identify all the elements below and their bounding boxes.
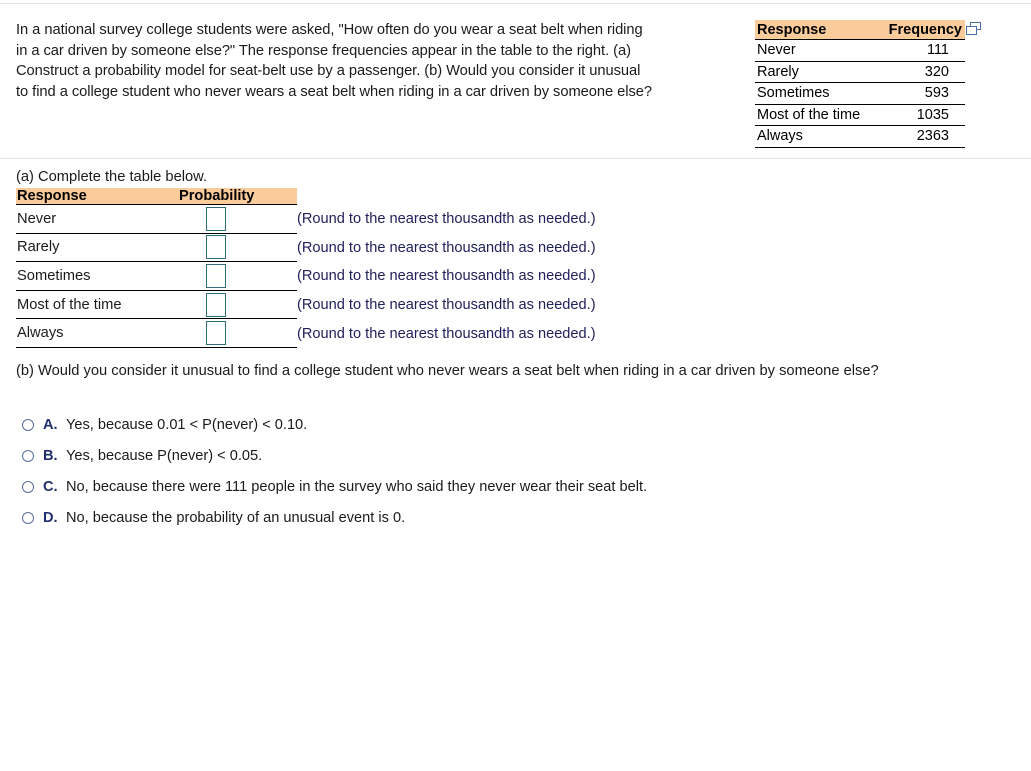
frequency-table: Response Frequency Never 111 Rarely 320 … — [755, 20, 965, 148]
frequency-value: 320 — [924, 63, 949, 80]
rounding-note: (Round to the nearest thousandth as need… — [297, 297, 596, 314]
rounding-note: (Round to the nearest thousandth as need… — [297, 268, 596, 285]
probability-input-cell — [206, 235, 297, 260]
frequency-response-label: Always — [757, 128, 803, 145]
probability-input-most-of-the-time[interactable] — [206, 292, 226, 317]
frequency-response-label: Never — [757, 42, 796, 59]
frequency-response-label: Most of the time — [757, 106, 861, 123]
choice-option-a[interactable]: A. Yes, because 0.01 < P(never) < 0.10. — [22, 409, 922, 440]
probability-table-header-row: Response Probability — [16, 188, 297, 205]
probability-table: Response Probability Never Rarely Someti… — [16, 188, 297, 348]
probability-response-label: Sometimes — [17, 267, 91, 284]
frequency-value: 2363 — [916, 128, 949, 145]
frequency-response-label: Rarely — [757, 63, 799, 80]
table-row: Rarely 320 — [755, 62, 965, 83]
probability-input-cell — [206, 263, 297, 288]
section-divider — [0, 158, 1031, 159]
choice-text-d: No, because the probability of an unusua… — [66, 509, 406, 526]
choice-option-d[interactable]: D. No, because the probability of an unu… — [22, 502, 922, 533]
rounding-notes: (Round to the nearest thousandth as need… — [297, 188, 697, 348]
choice-text-c: No, because there were 111 people in the… — [66, 478, 648, 495]
probability-input-always[interactable] — [206, 321, 226, 346]
problem-statement: In a national survey college students we… — [16, 22, 653, 100]
choice-text-a: Yes, because 0.01 < P(never) < 0.10. — [66, 416, 308, 433]
table-row: Rarely — [16, 234, 297, 263]
probability-input-rarely[interactable] — [206, 235, 226, 260]
radio-button-a[interactable] — [22, 418, 34, 431]
rounding-note: (Round to the nearest thousandth as need… — [297, 211, 596, 228]
probability-header-response: Response — [17, 188, 87, 204]
frequency-value: 593 — [924, 85, 949, 102]
choice-letter-a: A. — [43, 416, 58, 433]
frequency-value: 1035 — [916, 106, 949, 123]
part-b-question: (b) Would you consider it unusual to fin… — [16, 363, 879, 379]
table-row: Always 2363 — [755, 126, 965, 148]
probability-input-cell — [206, 292, 297, 317]
choice-option-c[interactable]: C. No, because there were 111 people in … — [22, 471, 922, 502]
page-top-divider — [0, 3, 1031, 4]
probability-response-label: Most of the time — [17, 296, 122, 313]
copy-icon-front-sheet — [966, 26, 977, 35]
frequency-value: 111 — [926, 42, 949, 59]
probability-response-label: Rarely — [17, 239, 60, 256]
table-row: Most of the time — [16, 291, 297, 320]
frequency-header-frequency: Frequency — [888, 21, 962, 38]
frequency-header-response: Response — [757, 21, 827, 38]
table-row: Never — [16, 205, 297, 234]
table-row: Sometimes 593 — [755, 83, 965, 105]
rounding-note: (Round to the nearest thousandth as need… — [297, 325, 596, 342]
probability-input-cell — [206, 206, 297, 231]
choice-letter-d: D. — [43, 509, 58, 526]
radio-button-b[interactable] — [22, 449, 34, 462]
copy-icon[interactable] — [966, 22, 982, 36]
probability-input-sometimes[interactable] — [206, 263, 226, 288]
table-row: Sometimes — [16, 262, 297, 291]
probability-input-never[interactable] — [206, 206, 226, 231]
choice-letter-c: C. — [43, 478, 58, 495]
choice-text-b: Yes, because P(never) < 0.05. — [66, 447, 263, 464]
radio-button-d[interactable] — [22, 511, 34, 524]
answer-choices: A. Yes, because 0.01 < P(never) < 0.10. … — [22, 409, 922, 533]
table-row: Most of the time 1035 — [755, 105, 965, 126]
frequency-response-label: Sometimes — [757, 85, 830, 102]
table-row: Never 111 — [755, 40, 965, 62]
part-a-instruction: (a) Complete the table below. — [16, 169, 208, 185]
frequency-table-header-row: Response Frequency — [755, 20, 965, 40]
probability-input-cell — [206, 321, 297, 346]
probability-response-label: Always — [17, 325, 64, 342]
choice-option-b[interactable]: B. Yes, because P(never) < 0.05. — [22, 440, 922, 471]
probability-response-label: Never — [17, 210, 57, 227]
probability-header-probability: Probability — [179, 188, 255, 204]
choice-letter-b: B. — [43, 447, 58, 464]
radio-button-c[interactable] — [22, 480, 34, 493]
table-row: Always — [16, 319, 297, 348]
rounding-note: (Round to the nearest thousandth as need… — [297, 239, 596, 256]
